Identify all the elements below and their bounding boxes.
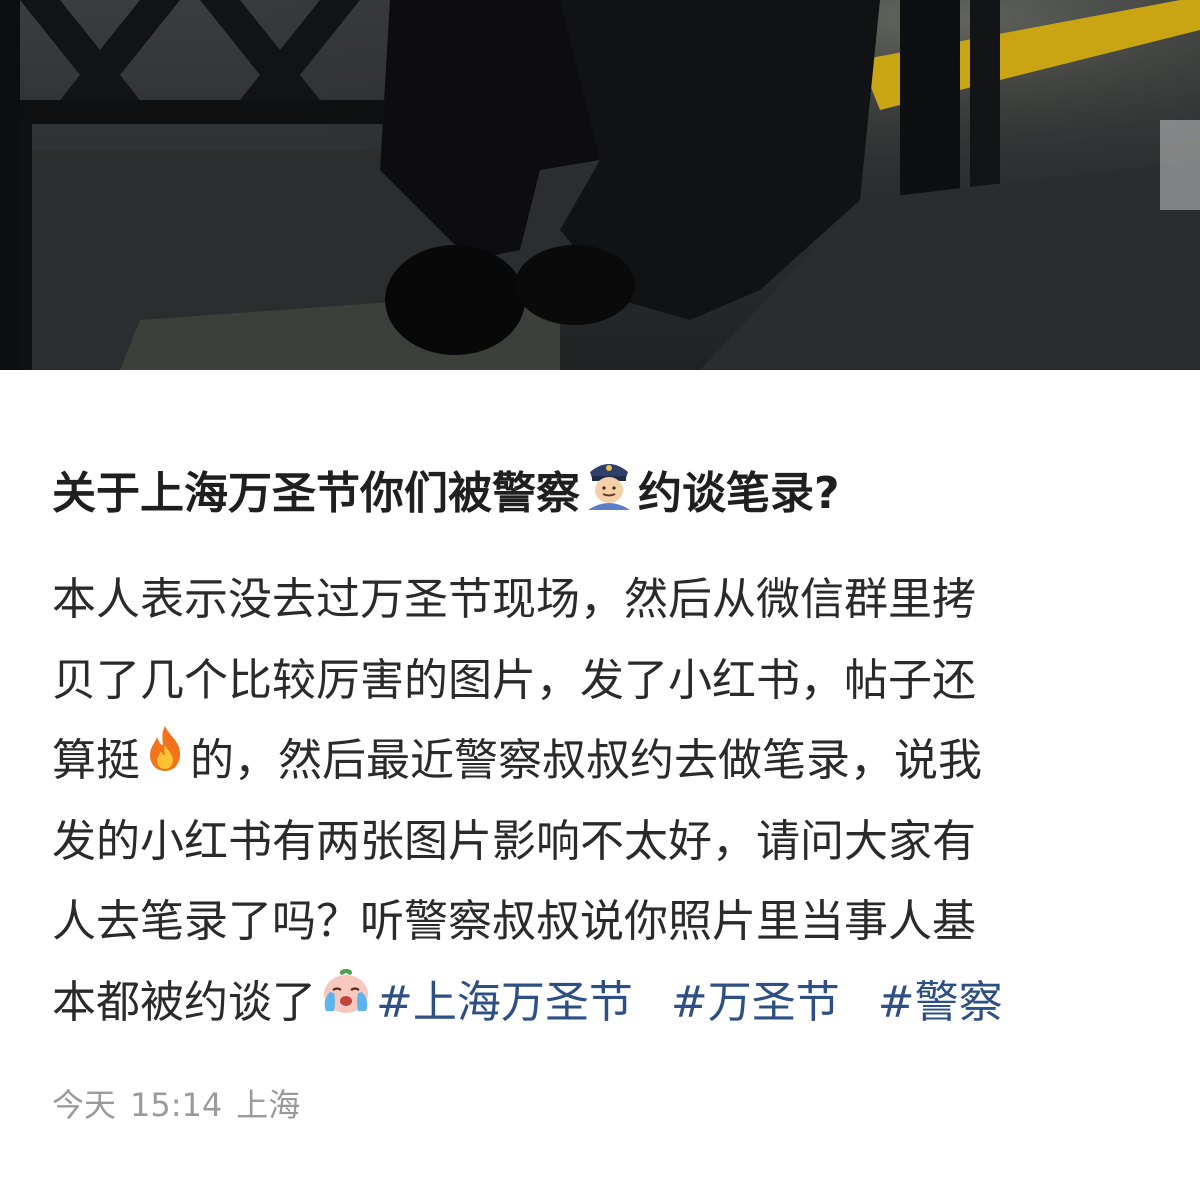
- body-line-3a: 算挺: [52, 735, 140, 787]
- post-time: 15:14: [130, 1086, 223, 1124]
- body-line-4: 发的小红书有两张图片影响不太好，请问大家有: [52, 815, 976, 867]
- post-body: 本人表示没去过万圣节现场，然后从微信群里拷 贝了几个比较厉害的图片，发了小红书，…: [52, 560, 1152, 1044]
- crying-face-icon: [316, 961, 376, 1042]
- post-title-suffix: 约谈笔录?: [638, 468, 840, 519]
- body-line-6a: 本都被约谈了: [52, 976, 316, 1028]
- post-page: 关于上海万圣节你们被警察 约谈笔录? 本人表示没去过万圣节现场，然后从微信群里拷…: [0, 0, 1200, 1190]
- post-date: 今天: [52, 1086, 117, 1124]
- post-meta: 今天 15:14 上海: [52, 1085, 300, 1125]
- post-title-text: 关于上海万圣节你们被警察: [52, 468, 580, 519]
- hashtag-link[interactable]: #警察: [878, 977, 1003, 1028]
- post-title: 关于上海万圣节你们被警察 约谈笔录?: [52, 462, 1162, 530]
- fire-icon: [140, 719, 190, 800]
- body-line-5: 人去笔录了吗？听警察叔叔说你照片里当事人基: [52, 896, 976, 948]
- body-line-1: 本人表示没去过万圣节现场，然后从微信群里拷: [52, 574, 976, 625]
- body-line-3b: 的，然后最近警察叔叔约去做笔录，说我: [190, 735, 982, 787]
- night-street-photo: [0, 0, 1200, 370]
- post-photo[interactable]: [0, 0, 1200, 370]
- body-line-2: 贝了几个比较厉害的图片，发了小红书，帖子还: [52, 654, 976, 706]
- post-location: 上海: [236, 1086, 301, 1124]
- hashtag-link[interactable]: #上海万圣节: [376, 977, 633, 1028]
- police-officer-icon: [580, 458, 638, 526]
- body-line-3: 算挺 的，然后最近警察叔叔约去做笔录，说我: [52, 721, 1152, 802]
- hashtag-link[interactable]: #万圣节: [671, 977, 840, 1028]
- body-line-6: 本都被约谈了 #上海万圣节 #万圣节 #警察: [52, 963, 1152, 1044]
